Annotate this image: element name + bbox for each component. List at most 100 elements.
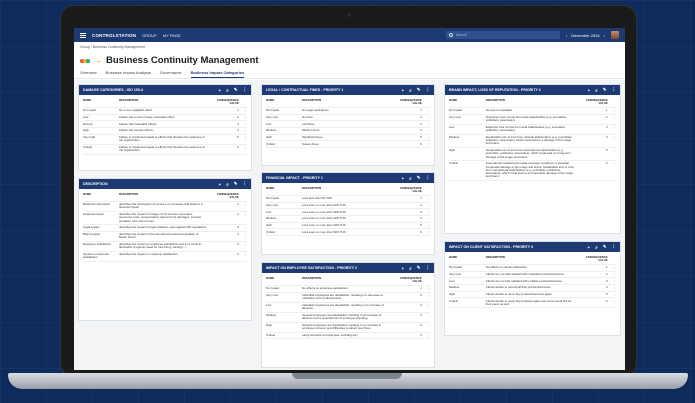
nav-group[interactable]: GROUP [142, 33, 157, 38]
table-row[interactable]: No Impact Loss less than 5% THS 1 ⋮ [266, 196, 430, 203]
table-row[interactable]: Medium Loss even or more than 40% THS 4 ⋮ [266, 216, 430, 223]
table-row[interactable]: Financial impact describes the impact of … [83, 212, 247, 226]
table-row[interactable]: Employee satisfaction describes the impac… [83, 242, 247, 252]
table-row[interactable]: Low Individual employees are dissatisfied… [266, 303, 430, 313]
row-menu-icon[interactable]: ⋮ [422, 333, 430, 337]
tab-overview[interactable]: Overview [80, 70, 97, 78]
row-menu-icon[interactable]: ⋮ [422, 128, 430, 132]
more-vertical-icon[interactable]: ⋮ [243, 181, 248, 187]
row-menu-icon[interactable]: ⋮ [239, 203, 247, 210]
more-vertical-icon[interactable]: ⋮ [426, 87, 431, 93]
row-menu-icon[interactable]: ⋮ [422, 108, 430, 112]
table-row[interactable]: Critical Severe fines. 6 ⋮ [266, 141, 430, 148]
menu-icon[interactable] [80, 32, 86, 38]
more-vertical-icon[interactable]: ⋮ [426, 265, 431, 271]
row-menu-icon[interactable]: ⋮ [422, 230, 430, 234]
row-menu-icon[interactable]: ⋮ [608, 279, 616, 283]
table-row[interactable]: Business interruption describes the inter… [83, 202, 247, 212]
row-menu-icon[interactable]: ⋮ [608, 135, 616, 146]
table-row[interactable]: Medium Several employees are dissatisfied… [266, 313, 430, 323]
table-row[interactable]: Low Extensive loss of trust from local st… [449, 125, 616, 135]
row-menu-icon[interactable]: ⋮ [422, 122, 430, 126]
table-row[interactable]: Medium Sustainable loss of trust from nat… [449, 135, 616, 148]
table-row[interactable]: High Loss even or more than 40% THS 5 ⋮ [266, 223, 430, 230]
app-logo[interactable]: CONTROLSTATION [92, 33, 136, 38]
row-menu-icon[interactable]: ⋮ [422, 223, 430, 227]
row-menu-icon[interactable]: ⋮ [608, 108, 616, 112]
table-row[interactable]: Very Low Clients are not fully satisfied … [449, 272, 616, 279]
row-menu-icon[interactable]: ⋮ [608, 115, 616, 123]
avatar[interactable] [611, 31, 619, 39]
search-icon[interactable]: ⌕ [409, 88, 412, 93]
table-row[interactable]: High Clients decide to never buy products… [449, 292, 616, 299]
row-menu-icon[interactable]: ⋮ [422, 196, 430, 200]
row-menu-icon[interactable]: ⋮ [608, 299, 616, 307]
tab-business-impact-categories[interactable]: Business Impact Categories [190, 70, 245, 78]
row-menu-icon[interactable]: ⋮ [239, 226, 247, 230]
table-row[interactable]: High Sustainable loss of trust from inter… [449, 148, 616, 162]
table-row[interactable]: High Significant fines. 5 ⋮ [266, 135, 430, 142]
tab-business-impact-analysis[interactable]: Business Impact Analysis [106, 70, 151, 78]
table-row[interactable]: No Impact No effects on clients satisfact… [449, 265, 616, 272]
add-icon[interactable]: + [402, 266, 405, 271]
table-row[interactable]: Normal Failure has noticeable effects. 3 ⋮ [83, 121, 247, 128]
search-icon[interactable]: ⌕ [409, 176, 412, 181]
table-row[interactable]: Medium Clients decide to return/pull thei… [449, 285, 616, 292]
tab-governance[interactable]: Governance [160, 70, 182, 78]
table-row[interactable]: Brand impact describes the impact on the … [83, 232, 247, 242]
table-row[interactable]: Critical Failure or impairment leads to e… [83, 145, 247, 155]
row-menu-icon[interactable]: ⋮ [422, 293, 430, 301]
table-row[interactable]: Very Low Temporary loss of trust from loc… [449, 115, 616, 125]
chevron-left-icon[interactable]: ‹ [566, 33, 567, 38]
more-vertical-icon[interactable]: ⋮ [426, 175, 431, 181]
row-menu-icon[interactable]: ⋮ [422, 142, 430, 146]
table-row[interactable]: No Impact No legal implications. 1 ⋮ [266, 108, 430, 115]
edit-icon[interactable]: ✎ [234, 87, 238, 93]
table-row[interactable]: Low Clients are not fully satisfied with … [449, 278, 616, 285]
table-row[interactable]: Critical Clients decide to never buy prod… [449, 298, 616, 309]
add-icon[interactable]: + [402, 88, 405, 93]
table-row[interactable]: No Impact No or low negligible effect. 1 ⋮ [83, 108, 247, 115]
search-icon[interactable]: ⌕ [226, 182, 229, 187]
row-menu-icon[interactable]: ⋮ [239, 212, 247, 223]
table-row[interactable]: Impact on Customer satisfaction describes… [83, 252, 247, 262]
search-icon[interactable]: ⌕ [409, 266, 412, 271]
row-menu-icon[interactable]: ⋮ [239, 122, 247, 126]
table-row[interactable]: Low Low fines. 2 ⋮ [266, 121, 430, 128]
table-row[interactable]: Very high Failure or impairment leads to … [83, 135, 247, 145]
row-menu-icon[interactable]: ⋮ [422, 203, 430, 207]
row-menu-icon[interactable]: ⋮ [239, 233, 247, 240]
row-menu-icon[interactable]: ⋮ [239, 115, 247, 119]
row-menu-icon[interactable]: ⋮ [422, 303, 430, 311]
table-row[interactable]: Critical Large amounts of employees, incl… [266, 333, 430, 340]
more-vertical-icon[interactable]: ⋮ [612, 87, 617, 93]
table-row[interactable]: Medium Medium fines. 4 ⋮ [266, 128, 430, 135]
row-menu-icon[interactable]: ⋮ [608, 285, 616, 289]
row-menu-icon[interactable]: ⋮ [608, 292, 616, 296]
row-menu-icon[interactable]: ⋮ [422, 216, 430, 220]
edit-icon[interactable]: ✎ [417, 87, 421, 93]
edit-icon[interactable]: ✎ [417, 265, 421, 271]
search-icon[interactable]: ⌕ [595, 245, 598, 250]
row-menu-icon[interactable]: ⋮ [608, 125, 616, 133]
search-input[interactable]: Search [445, 31, 560, 39]
table-row[interactable]: Critical International media/social media… [449, 161, 616, 181]
table-row[interactable]: Very Low Loss even or more than 20% THS 2 ⋮ [266, 203, 430, 210]
add-icon[interactable]: + [402, 176, 405, 181]
row-menu-icon[interactable]: ⋮ [422, 210, 430, 214]
add-icon[interactable]: + [219, 88, 222, 93]
table-row[interactable]: No Impact No loss of reputation. 1 ⋮ [449, 108, 616, 115]
search-icon[interactable]: ⌕ [595, 88, 598, 93]
table-row[interactable]: Low Failure has a minor barely noticeable… [83, 115, 247, 122]
table-row[interactable]: Very Low Individual employees are dissati… [266, 293, 430, 303]
more-vertical-icon[interactable]: ⋮ [612, 244, 617, 250]
row-menu-icon[interactable]: ⋮ [239, 128, 247, 132]
add-icon[interactable]: + [219, 182, 222, 187]
row-menu-icon[interactable]: ⋮ [239, 252, 247, 260]
add-icon[interactable]: + [588, 245, 591, 250]
add-icon[interactable]: + [588, 88, 591, 93]
row-menu-icon[interactable]: ⋮ [422, 323, 430, 331]
table-row[interactable]: High Failure has serious effects. 4 ⋮ [83, 128, 247, 135]
table-row[interactable]: High Several employees are dissatisfied, … [266, 323, 430, 333]
chevron-right-icon[interactable]: › [604, 33, 605, 38]
